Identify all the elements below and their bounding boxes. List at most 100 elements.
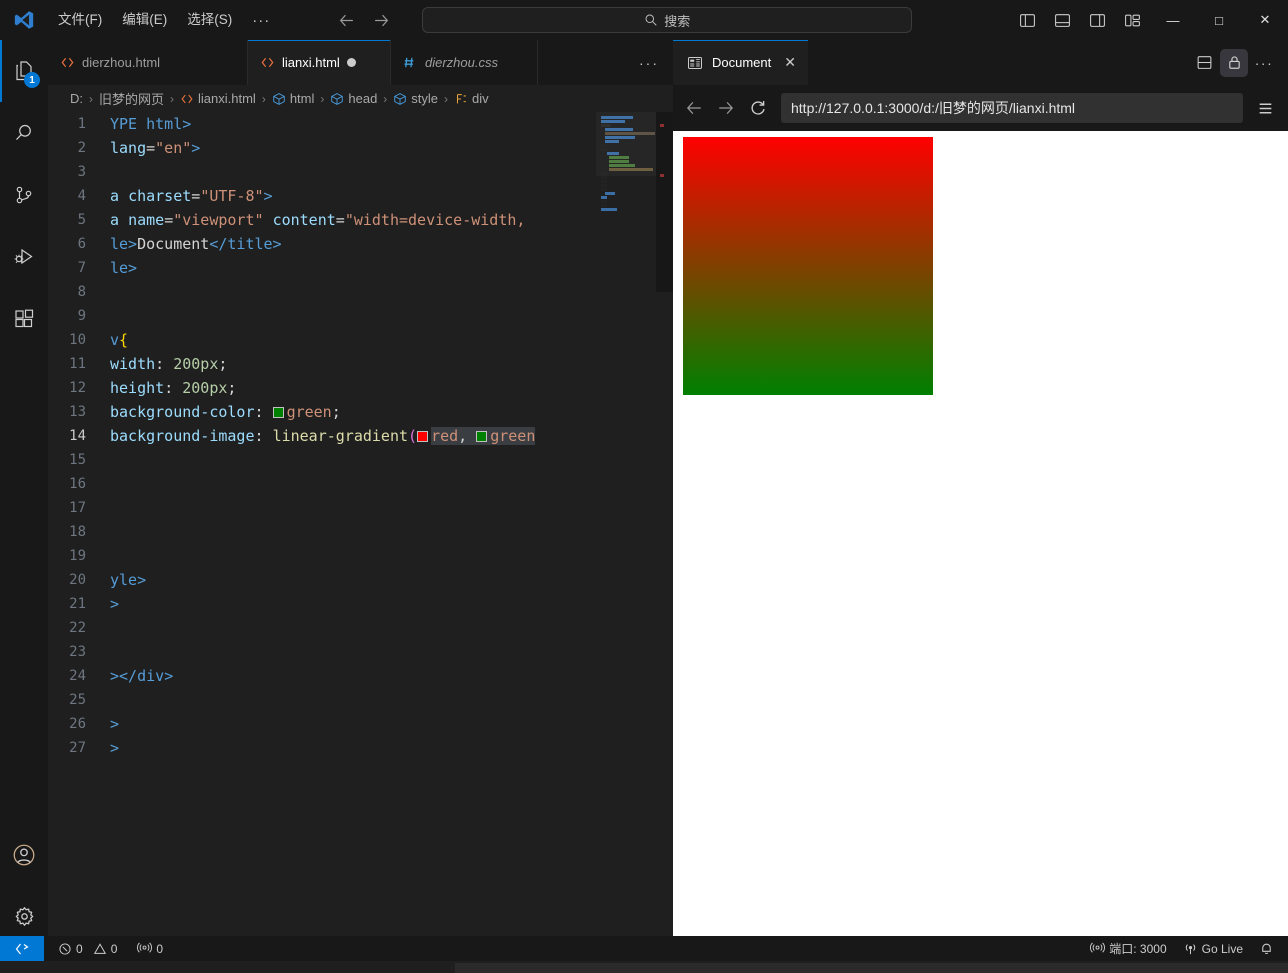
- title-bar: 文件(F) 编辑(E) 选择(S) ··· 搜索 — □ ✕: [0, 0, 1288, 40]
- line-number: 23: [69, 644, 86, 660]
- menu-edit[interactable]: 编辑(E): [112, 7, 177, 33]
- window-maximize-button[interactable]: □: [1196, 0, 1242, 40]
- code-line[interactable]: 22: [48, 616, 673, 640]
- code-line[interactable]: 18: [48, 520, 673, 544]
- code-line[interactable]: 13 background-color: green;: [48, 400, 673, 424]
- arrow-right-icon[interactable]: [717, 99, 735, 117]
- code-line[interactable]: 12 height: 200px;: [48, 376, 673, 400]
- tab-dirty-indicator[interactable]: [346, 58, 356, 67]
- code-editor[interactable]: 1 YPE html> 2 lang="en"> 3 4 a charset="…: [48, 112, 673, 948]
- reload-icon[interactable]: [749, 99, 767, 117]
- menu-more-button[interactable]: ···: [242, 10, 280, 31]
- accounts-button[interactable]: [0, 824, 48, 886]
- tab-dierzhou-html[interactable]: dierzhou.html: [48, 40, 248, 85]
- editor-vertical-scrollbar[interactable]: [656, 112, 673, 948]
- taskbar-strip: [455, 963, 1288, 973]
- vscode-logo-icon: [0, 0, 48, 40]
- sidebar-item-extensions[interactable]: [0, 288, 48, 350]
- tab-document-preview[interactable]: Document ✕: [673, 40, 808, 85]
- code-line[interactable]: 15: [48, 448, 673, 472]
- preview-viewport[interactable]: [673, 131, 1288, 948]
- symbol-cube-icon: [330, 92, 344, 106]
- window-right-controls: — □ ✕: [1010, 0, 1288, 40]
- split-editor-icon[interactable]: [1190, 49, 1218, 77]
- breadcrumb-item-head[interactable]: head: [330, 91, 377, 106]
- breadcrumb-item-html[interactable]: html: [272, 91, 314, 106]
- code-line[interactable]: 2 lang="en">: [48, 136, 673, 160]
- code-line[interactable]: 1 YPE html>: [48, 112, 673, 136]
- menu-file[interactable]: 文件(F): [48, 7, 112, 33]
- arrow-right-icon[interactable]: [373, 12, 390, 29]
- customize-layout-icon[interactable]: [1115, 3, 1150, 38]
- code-line[interactable]: 11 width: 200px;: [48, 352, 673, 376]
- sidebar-item-search[interactable]: [0, 102, 48, 164]
- code-line[interactable]: 9: [48, 304, 673, 328]
- activity-bar-bottom: [0, 824, 48, 948]
- toggle-panel-icon[interactable]: [1045, 3, 1080, 38]
- window-close-button[interactable]: ✕: [1242, 0, 1288, 40]
- editor-minimap[interactable]: [596, 112, 656, 948]
- code-line[interactable]: 25: [48, 688, 673, 712]
- breadcrumb-item-folder[interactable]: 旧梦的网页: [99, 89, 164, 108]
- line-number: 6: [77, 236, 86, 252]
- scrollbar-thumb[interactable]: [656, 112, 673, 292]
- toggle-primary-sidebar-icon[interactable]: [1010, 3, 1045, 38]
- tab-dierzhou-css[interactable]: dierzhou.css: [391, 40, 538, 85]
- color-swatch-red[interactable]: [417, 431, 429, 442]
- window-minimize-button[interactable]: —: [1150, 0, 1196, 40]
- status-port[interactable]: 端口: 3000: [1082, 936, 1174, 961]
- breadcrumb-item-div[interactable]: div: [454, 91, 489, 106]
- minimap-slider[interactable]: [596, 112, 656, 176]
- status-problems[interactable]: 0 0: [44, 936, 125, 961]
- browser-preview-icon: [687, 55, 703, 71]
- code-line[interactable]: 24 ></div>: [48, 664, 673, 688]
- status-ports[interactable]: 0: [125, 936, 171, 961]
- code-line[interactable]: 26 >: [48, 712, 673, 736]
- code-line[interactable]: 16: [48, 472, 673, 496]
- remote-window-button[interactable]: [0, 936, 44, 961]
- code-line[interactable]: 19: [48, 544, 673, 568]
- toggle-secondary-sidebar-icon[interactable]: [1080, 3, 1115, 38]
- line-number: 13: [69, 404, 86, 420]
- code-line[interactable]: 27 >: [48, 736, 673, 760]
- code-line[interactable]: 23: [48, 640, 673, 664]
- lock-icon[interactable]: [1220, 48, 1248, 77]
- code-line[interactable]: 17: [48, 496, 673, 520]
- sidebar-item-source-control[interactable]: [0, 164, 48, 226]
- hamburger-menu-icon[interactable]: [1257, 100, 1274, 117]
- vscode-window: 文件(F) 编辑(E) 选择(S) ··· 搜索 — □ ✕ 1 dierzho…: [0, 0, 1288, 973]
- search-input[interactable]: 搜索: [422, 7, 913, 33]
- code-line[interactable]: 6 le>Document</title>: [48, 232, 673, 256]
- more-actions-icon[interactable]: ···: [1250, 49, 1278, 77]
- tab-lianxi-html[interactable]: lianxi.html: [248, 40, 391, 85]
- code-line[interactable]: 21 >: [48, 592, 673, 616]
- address-bar-input[interactable]: http://127.0.0.1:3000/d:/旧梦的网页/lianxi.ht…: [781, 93, 1243, 123]
- code-line[interactable]: 3: [48, 160, 673, 184]
- breadcrumb-label: 旧梦的网页: [99, 92, 165, 107]
- code-line[interactable]: 5 a name="viewport" content="width=devic…: [48, 208, 673, 232]
- code-line-current[interactable]: 14 background-image: linear-gradient(red…: [48, 424, 673, 448]
- code-line[interactable]: 10 v{: [48, 328, 673, 352]
- arrow-left-icon[interactable]: [685, 99, 703, 117]
- breadcrumb-item-drive[interactable]: D:: [70, 91, 83, 106]
- status-notifications[interactable]: [1251, 936, 1288, 961]
- sidebar-item-explorer[interactable]: 1: [0, 40, 48, 102]
- code-line[interactable]: 8: [48, 280, 673, 304]
- code-line[interactable]: 4 a charset="UTF-8">: [48, 184, 673, 208]
- menu-select[interactable]: 选择(S): [177, 7, 242, 33]
- sidebar-item-run-debug[interactable]: [0, 226, 48, 288]
- breadcrumb-item-file[interactable]: lianxi.html: [180, 91, 256, 106]
- code-line[interactable]: 20 yle>: [48, 568, 673, 592]
- chevron-right-icon: ›: [170, 91, 175, 106]
- close-icon[interactable]: ✕: [784, 54, 796, 71]
- status-go-live[interactable]: Go Live: [1175, 936, 1251, 961]
- arrow-left-icon[interactable]: [338, 12, 355, 29]
- account-icon: [13, 844, 35, 866]
- editor-more-actions-button[interactable]: ···: [639, 55, 659, 71]
- code-line[interactable]: 7 le>: [48, 256, 673, 280]
- breadcrumb-item-style[interactable]: style: [393, 91, 438, 106]
- color-swatch-green[interactable]: [272, 407, 284, 418]
- tab-label: dierzhou.css: [425, 55, 498, 70]
- line-number: 22: [69, 620, 86, 636]
- color-swatch-green[interactable]: [476, 431, 488, 442]
